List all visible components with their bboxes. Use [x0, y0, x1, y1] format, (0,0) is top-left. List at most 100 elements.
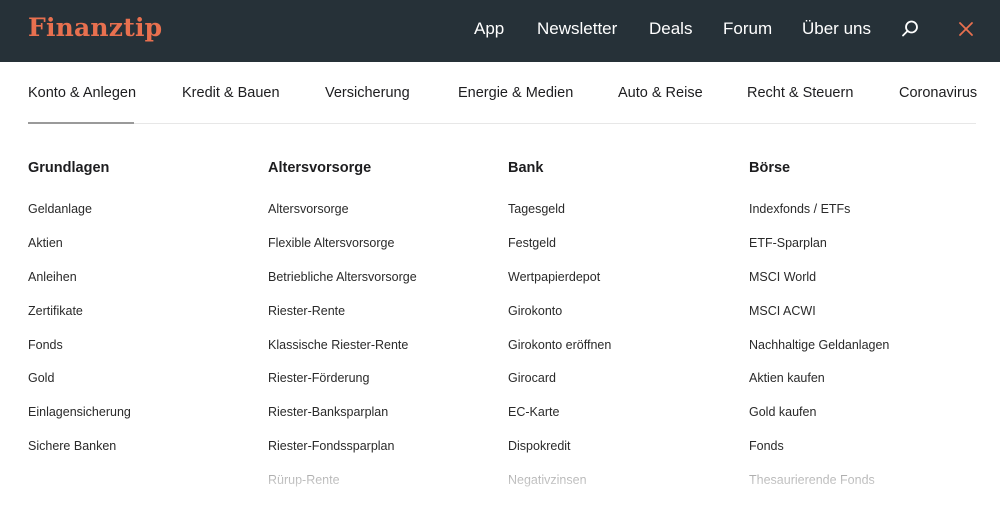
tab-auto-reise[interactable]: Auto & Reise	[618, 85, 703, 101]
menu-link[interactable]: Girokonto	[508, 304, 562, 318]
list-item: Betriebliche Altersvorsorge	[268, 270, 498, 304]
menu-link[interactable]: Gold kaufen	[749, 405, 816, 419]
list-item: Flexible Altersvorsorge	[268, 236, 498, 270]
menu-link[interactable]: EC-Karte	[508, 405, 559, 419]
menu-link[interactable]: Festgeld	[508, 236, 556, 250]
list-item: Tagesgeld	[508, 202, 738, 236]
menu-link[interactable]: Geldanlage	[28, 202, 92, 216]
menu-link[interactable]: Altersvorsorge	[268, 202, 349, 216]
menu-link[interactable]: Fonds	[749, 439, 784, 453]
list-item: Indexfonds / ETFs	[749, 202, 979, 236]
menu-link[interactable]: Indexfonds / ETFs	[749, 202, 850, 216]
menu-column-altersvorsorge: Altersvorsorge Altersvorsorge Flexible A…	[268, 160, 498, 516]
menu-link[interactable]: Nachhaltige Geldanlagen	[749, 338, 889, 352]
list-item: Fonds	[749, 439, 979, 473]
menu-link[interactable]: Thesaurierende Fonds	[749, 473, 875, 487]
list-item: Riester-Förderung	[268, 371, 498, 405]
list-item: Sichere Banken	[28, 439, 258, 473]
list-item: Negativzinsen	[508, 473, 738, 507]
tab-energie-medien[interactable]: Energie & Medien	[458, 85, 573, 101]
menu-link[interactable]: Aktien	[28, 236, 63, 250]
nav-deals[interactable]: Deals	[649, 19, 692, 39]
menu-link[interactable]: Dispokredit	[508, 439, 571, 453]
menu-link[interactable]: Riester-Banksparplan	[268, 405, 388, 419]
menu-link[interactable]: Girocard	[508, 371, 556, 385]
list-item: Riester-Rente	[268, 304, 498, 338]
menu-link[interactable]: Zertifikate	[28, 304, 83, 318]
list-item: Gold kaufen	[749, 405, 979, 439]
menu-column-bank: Bank Tagesgeld Festgeld Wertpapierdepot …	[508, 160, 738, 507]
menu-link[interactable]: Sofortrente	[268, 507, 330, 516]
menu-link[interactable]: Tagesgeld	[508, 202, 565, 216]
menu-link[interactable]: Klassische Riester-Rente	[268, 338, 408, 352]
active-tab-indicator	[28, 122, 134, 124]
list-item: ETF-Sparplan	[749, 236, 979, 270]
menu-link[interactable]: ETF-Sparplan	[749, 236, 827, 250]
list-item: Klassische Riester-Rente	[268, 338, 498, 372]
column-title[interactable]: Bank	[508, 160, 738, 180]
list-item: MSCI ACWI	[749, 304, 979, 338]
list-item: Riester-Fondssparplan	[268, 439, 498, 473]
list-item: Aktien	[28, 236, 258, 270]
list-item: Anleihen	[28, 270, 258, 304]
menu-column-grundlagen: Grundlagen Geldanlage Aktien Anleihen Ze…	[28, 160, 258, 473]
menu-link[interactable]: Negativzinsen	[508, 473, 587, 487]
list-item: Dispokredit	[508, 439, 738, 473]
list-item: Aktien kaufen	[749, 371, 979, 405]
column-title[interactable]: Börse	[749, 160, 979, 180]
menu-column-boerse: Börse Indexfonds / ETFs ETF-Sparplan MSC…	[749, 160, 979, 516]
link-list: Tagesgeld Festgeld Wertpapierdepot Girok…	[508, 202, 738, 507]
menu-link[interactable]: Betriebliche Altersvorsorge	[268, 270, 417, 284]
list-item: Nachhaltige Geldanlagen	[749, 338, 979, 372]
tab-kredit-bauen[interactable]: Kredit & Bauen	[182, 85, 280, 101]
tab-recht-steuern[interactable]: Recht & Steuern	[747, 85, 853, 101]
nav-newsletter[interactable]: Newsletter	[537, 19, 617, 39]
tab-konto-anlegen[interactable]: Konto & Anlegen	[28, 85, 136, 101]
menu-link[interactable]: Einlagensicherung	[28, 405, 131, 419]
list-item: MSCI World	[749, 270, 979, 304]
menu-link[interactable]: Sichere Banken	[28, 439, 116, 453]
list-item: Zertifikate	[28, 304, 258, 338]
menu-link[interactable]: Wertpapierdepot	[508, 270, 600, 284]
list-item: Rürup-Rente	[268, 473, 498, 507]
list-item: Girocard	[508, 371, 738, 405]
menu-link[interactable]: MSCI ACWI	[749, 304, 816, 318]
list-item: Fonds	[28, 338, 258, 372]
menu-link[interactable]: Riester-Rente	[268, 304, 345, 318]
list-item: Sofortrente	[268, 507, 498, 516]
list-item: EC-Karte	[508, 405, 738, 439]
column-title[interactable]: Altersvorsorge	[268, 160, 498, 180]
menu-link[interactable]: Gold	[28, 371, 54, 385]
menu-link[interactable]: MSCI World	[749, 270, 816, 284]
menu-link[interactable]: Girokonto eröffnen	[508, 338, 611, 352]
menu-link[interactable]: Flexible Altersvorsorge	[268, 236, 394, 250]
menu-link[interactable]: Rürup-Rente	[268, 473, 340, 487]
nav-forum[interactable]: Forum	[723, 19, 772, 39]
menu-link[interactable]: Fonds	[28, 338, 63, 352]
menu-link[interactable]: Robo-Advisor	[749, 507, 825, 516]
top-bar: Finanztip App Newsletter Deals Forum Übe…	[0, 0, 1000, 62]
list-item: Girokonto eröffnen	[508, 338, 738, 372]
close-icon[interactable]	[956, 19, 978, 41]
list-item: Wertpapierdepot	[508, 270, 738, 304]
category-tabs: Konto & Anlegen Kredit & Bauen Versicher…	[28, 62, 977, 124]
top-nav: App Newsletter Deals Forum Über uns	[0, 0, 1000, 62]
list-item: Geldanlage	[28, 202, 258, 236]
menu-link[interactable]: Riester-Fondssparplan	[268, 439, 394, 453]
column-title[interactable]: Grundlagen	[28, 160, 258, 180]
list-item: Einlagensicherung	[28, 405, 258, 439]
list-item: Altersvorsorge	[268, 202, 498, 236]
list-item: Girokonto	[508, 304, 738, 338]
link-list: Altersvorsorge Flexible Altersvorsorge B…	[268, 202, 498, 516]
list-item: Festgeld	[508, 236, 738, 270]
nav-ueber-uns[interactable]: Über uns	[802, 19, 871, 39]
tab-coronavirus[interactable]: Coronavirus	[899, 85, 977, 101]
nav-app[interactable]: App	[474, 19, 504, 39]
menu-link[interactable]: Anleihen	[28, 270, 77, 284]
search-icon[interactable]	[900, 19, 922, 41]
tab-versicherung[interactable]: Versicherung	[325, 85, 410, 101]
menu-link[interactable]: Riester-Förderung	[268, 371, 369, 385]
menu-link[interactable]: Aktien kaufen	[749, 371, 825, 385]
list-item: Robo-Advisor	[749, 507, 979, 516]
list-item: Thesaurierende Fonds	[749, 473, 979, 507]
